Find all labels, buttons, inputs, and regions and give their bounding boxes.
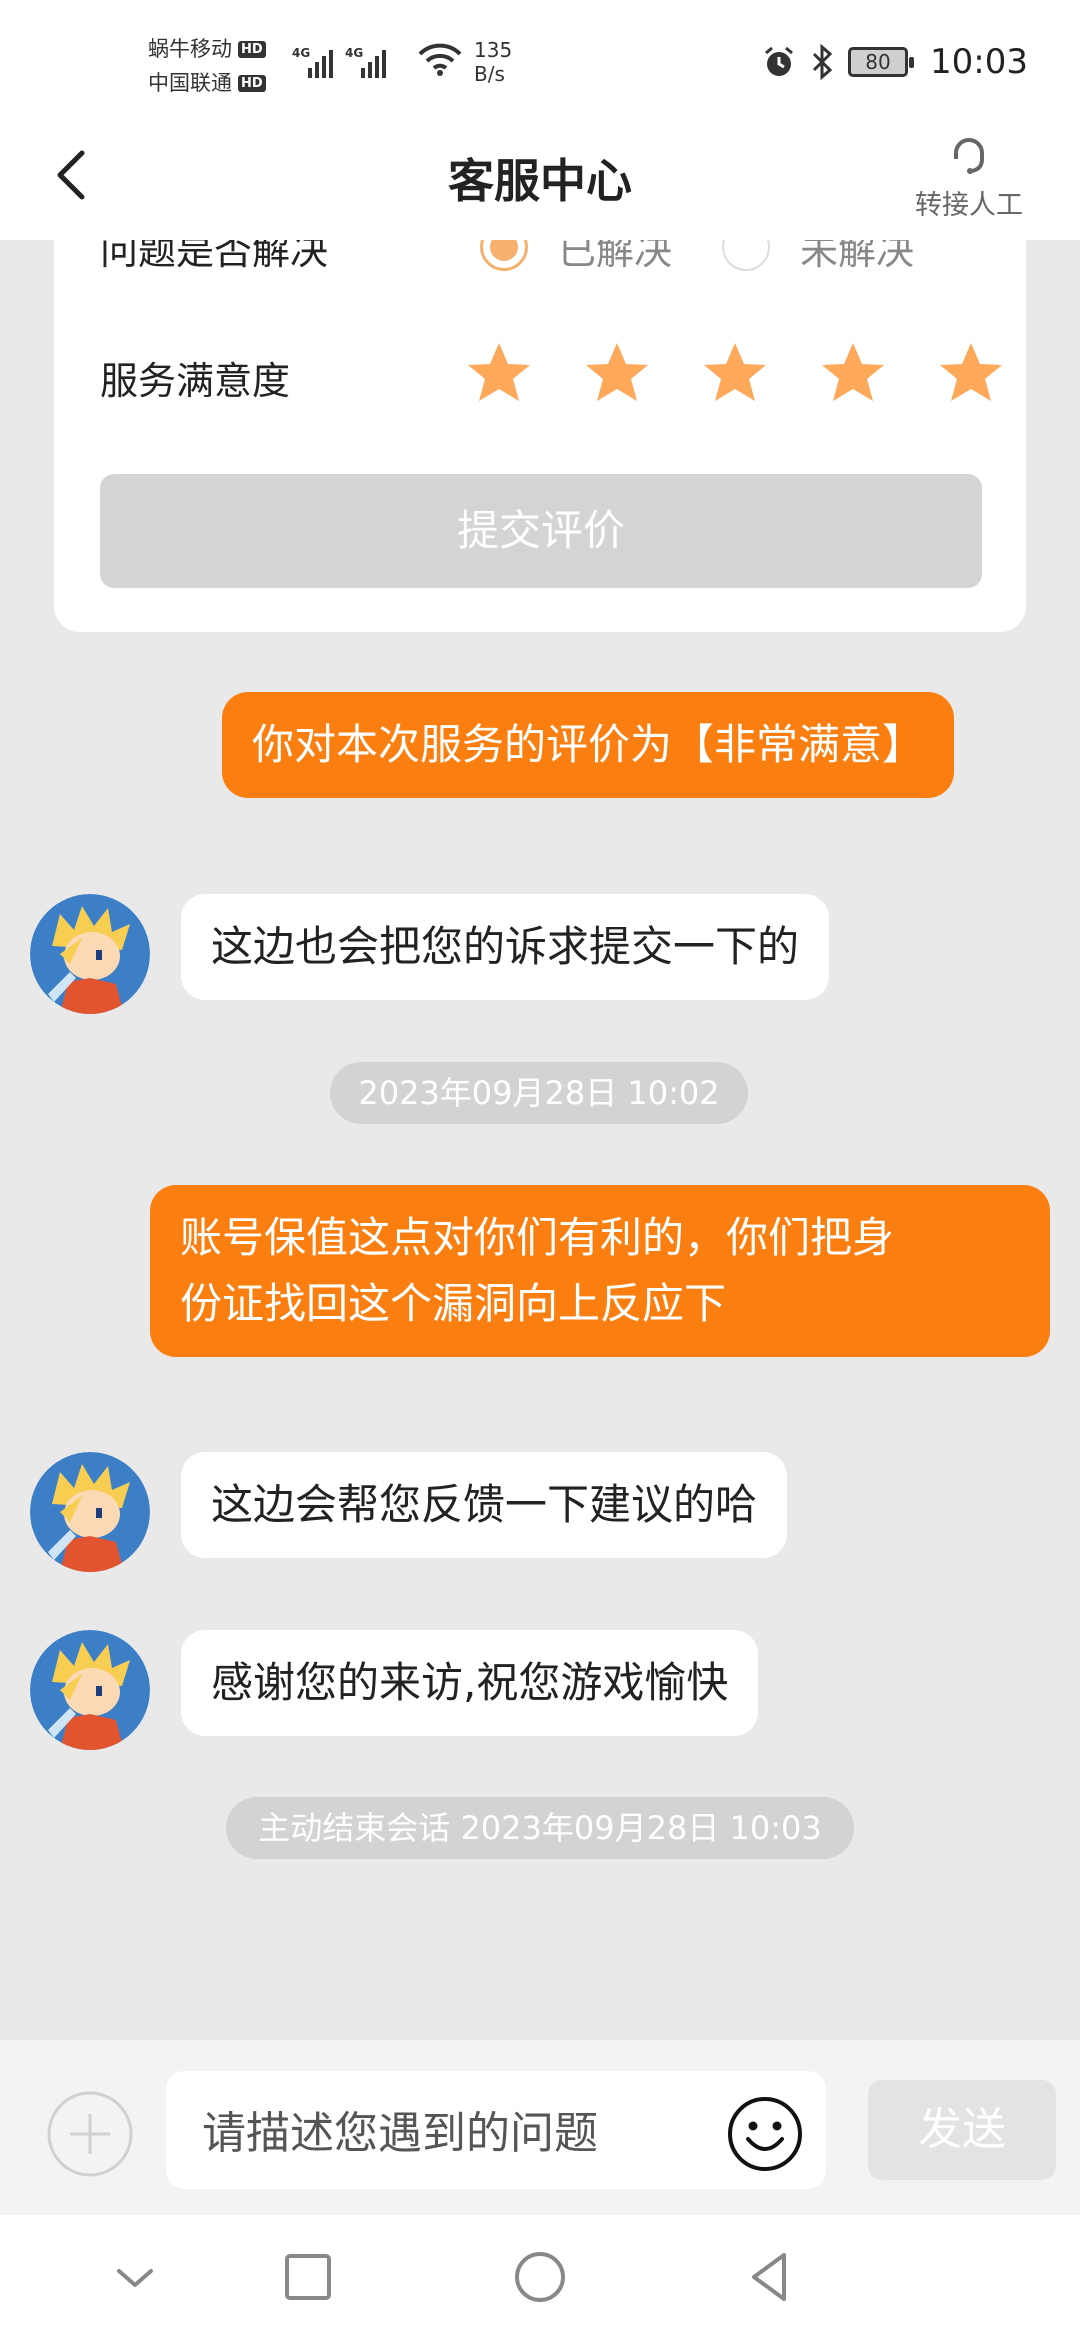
input-placeholder: 请描述您遇到的问题 (202, 2108, 598, 2159)
timestamp-badge: 2023年09月28日 10:02 (330, 1062, 748, 1124)
battery-icon: 80 (848, 47, 915, 77)
signal-icon: 4G (345, 46, 386, 78)
agent-message-bubble: 感谢您的来访,祝您游戏愉快 (181, 1630, 759, 1736)
user-message-bubble: 你对本次服务的评价为【非常满意】 (222, 692, 955, 798)
star-icon[interactable] (936, 338, 1006, 408)
agent-avatar (30, 894, 150, 1014)
carrier-2-label: 中国联通 (148, 71, 232, 95)
bluetooth-icon (812, 44, 833, 80)
hd-badge: HD (238, 74, 266, 92)
signal-icon: 4G (292, 46, 333, 78)
alarm-icon (765, 46, 793, 76)
agent-message-bubble: 这边会帮您反馈一下建议的哈 (181, 1452, 788, 1558)
transfer-human-label: 转接人工 (915, 190, 1023, 221)
message-text: 你对本次服务的评价为【非常满意】 (252, 720, 925, 769)
carrier-info: 蜗牛移动 HD 中国联通 HD (148, 32, 266, 100)
home-circle-icon[interactable] (510, 2247, 570, 2307)
signal-icons: 4G 4G (292, 46, 386, 78)
agent-avatar (30, 1452, 150, 1572)
unresolved-option-label[interactable]: 未解决 (800, 240, 914, 275)
wifi-icon (418, 43, 462, 76)
star-icon[interactable] (700, 338, 770, 408)
network-type-label: 4G (345, 46, 364, 60)
header-bar: 客服中心 转接人工 (0, 125, 1080, 240)
session-end-badge: 主动结束会话 2023年09月28日 10:03 (226, 1797, 854, 1859)
resolved-option-label[interactable]: 已解决 (558, 240, 672, 275)
submit-rating-button[interactable]: 提交评价 (100, 474, 982, 588)
star-rating (464, 338, 1006, 408)
resolved-radio-group: 已解决 未解决 (480, 240, 964, 275)
star-icon[interactable] (464, 338, 534, 408)
resolved-question-label: 问题是否解决 (100, 240, 329, 273)
agent-avatar (30, 1630, 150, 1750)
status-time: 10:03 (930, 42, 1028, 82)
message-text: 感谢您的来访,祝您游戏愉快 (211, 1658, 729, 1707)
rating-card: 问题是否解决 已解决 未解决 服务满意度 提交评价 (54, 240, 1026, 632)
headset-icon (954, 138, 984, 174)
message-text: 这边会帮您反馈一下建议的哈 (211, 1480, 758, 1529)
satisfaction-row: 服务满意度 (100, 343, 1002, 405)
message-text-line: 账号保值这点对你们有利的，你们把身 (180, 1213, 895, 1262)
message-text-line: 份证找回这个漏洞向上反应下 (180, 1279, 727, 1328)
message-input[interactable]: 请描述您遇到的问题 (166, 2071, 826, 2189)
network-speed: 135 B/s (474, 38, 512, 86)
agent-message-bubble: 这边也会把您的诉求提交一下的 (181, 894, 830, 1000)
back-triangle-icon[interactable] (740, 2247, 800, 2307)
star-icon[interactable] (818, 338, 888, 408)
plus-icon[interactable] (46, 2090, 134, 2178)
input-bar: 请描述您遇到的问题 发送 (0, 2040, 1080, 2215)
send-button[interactable]: 发送 (868, 2080, 1056, 2180)
satisfaction-label: 服务满意度 (100, 359, 291, 403)
right-status: 80 10:03 (762, 42, 1028, 82)
resolved-radio[interactable] (480, 240, 528, 271)
carrier-1-label: 蜗牛移动 (148, 37, 232, 61)
recents-square-icon[interactable] (278, 2247, 338, 2307)
user-message-bubble: 账号保值这点对你们有利的，你们把身 份证找回这个漏洞向上反应下 (150, 1185, 1050, 1357)
resolved-row: 问题是否解决 已解决 未解决 (100, 240, 980, 282)
unresolved-radio[interactable] (722, 240, 771, 271)
emoji-icon[interactable] (726, 2095, 804, 2173)
chevron-down-icon[interactable] (105, 2247, 165, 2307)
message-text: 这边也会把您的诉求提交一下的 (211, 922, 800, 971)
transfer-human-button[interactable]: 转接人工 (904, 129, 1034, 222)
network-type-label: 4G (292, 46, 311, 60)
speed-unit: B/s (474, 62, 505, 86)
hd-badge: HD (238, 40, 266, 58)
system-nav-bar (0, 2215, 1080, 2340)
speed-value: 135 (474, 38, 513, 62)
star-icon[interactable] (582, 338, 652, 408)
status-bar: 蜗牛移动 HD 中国联通 HD 4G 4G 135 B/s 80 10:03 (0, 0, 1080, 125)
